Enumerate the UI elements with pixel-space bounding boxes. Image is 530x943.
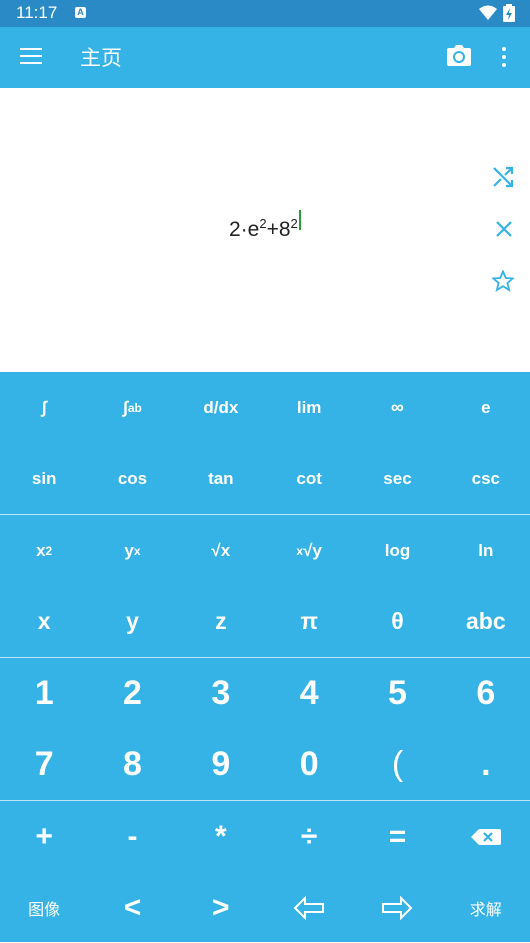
arrow-right-icon[interactable] [353, 872, 441, 943]
key-1[interactable]: 1 [0, 658, 88, 729]
key-cot[interactable]: cot [265, 443, 353, 514]
key-2[interactable]: 2 [88, 658, 176, 729]
key-tan[interactable]: tan [177, 443, 265, 514]
key-sqrt[interactable]: √x [177, 515, 265, 586]
key-definite-integral[interactable]: ∫ a b [88, 372, 176, 443]
status-time: 11:17 [16, 3, 58, 22]
key-greater-than[interactable]: > [177, 872, 265, 943]
key-7[interactable]: 7 [0, 729, 88, 800]
key-e[interactable]: e [442, 372, 530, 443]
key-x[interactable]: x [0, 586, 88, 657]
keypad-row-operators: + - * ÷ = [0, 801, 530, 872]
key-9[interactable]: 9 [177, 729, 265, 800]
key-open-paren[interactable]: ( [353, 729, 441, 800]
expr-plus: +8 [266, 218, 291, 241]
key-log[interactable]: log [353, 515, 441, 586]
key-ln[interactable]: ln [442, 515, 530, 586]
more-vert-icon[interactable] [501, 47, 507, 67]
key-5[interactable]: 5 [353, 658, 441, 729]
key-3[interactable]: 3 [177, 658, 265, 729]
key-cos[interactable]: cos [88, 443, 176, 514]
keypad-row-digits-2: 7 8 9 0 ( . [0, 729, 530, 800]
backspace-icon[interactable] [442, 801, 530, 872]
camera-icon[interactable] [446, 45, 472, 67]
notification-a-icon: A [75, 7, 86, 18]
shuffle-icon[interactable] [492, 166, 514, 188]
key-theta[interactable]: θ [353, 586, 441, 657]
hamburger-menu-icon[interactable] [20, 48, 42, 66]
key-0[interactable]: 0 [265, 729, 353, 800]
key-z[interactable]: z [177, 586, 265, 657]
clear-icon[interactable] [495, 220, 513, 238]
expr-exp2: 2 [290, 216, 298, 231]
expr-coef: 2·e [229, 218, 260, 241]
key-abc[interactable]: abc [442, 586, 530, 657]
keypad-row-trig: sin cos tan cot sec csc [0, 443, 530, 514]
key-minus[interactable]: - [88, 801, 176, 872]
expression-text: 2·e2+82 [229, 210, 301, 242]
key-4[interactable]: 4 [265, 658, 353, 729]
keypad-row-actions: 图像 < > 求解 [0, 872, 530, 943]
expression-display[interactable]: 2·e2+82 [0, 88, 530, 372]
text-cursor [298, 210, 301, 230]
key-derivative[interactable]: d/dx [177, 372, 265, 443]
key-divide[interactable]: ÷ [265, 801, 353, 872]
key-solve[interactable]: 求解 [442, 872, 530, 943]
keypad-row-powers: x2 yx √x x √y log ln [0, 515, 530, 586]
key-sec[interactable]: sec [353, 443, 441, 514]
key-nth-root[interactable]: x √y [265, 515, 353, 586]
status-bar: 11:17 A [0, 0, 530, 27]
key-integral[interactable]: ∫ [0, 372, 88, 443]
app-bar: 主页 [0, 27, 530, 88]
key-plus[interactable]: + [0, 801, 88, 872]
key-infinity[interactable]: ∞ [353, 372, 441, 443]
key-graph[interactable]: 图像 [0, 872, 88, 943]
wifi-icon [479, 5, 497, 20]
arrow-left-icon[interactable] [265, 872, 353, 943]
page-title: 主页 [80, 46, 122, 70]
keypad-row-digits-1: 1 2 3 4 5 6 [0, 658, 530, 729]
key-equals[interactable]: = [353, 801, 441, 872]
key-decimal[interactable]: . [442, 729, 530, 800]
key-square[interactable]: x2 [0, 515, 88, 586]
key-multiply[interactable]: * [177, 801, 265, 872]
star-icon[interactable] [492, 270, 514, 292]
key-limit[interactable]: lim [265, 372, 353, 443]
key-csc[interactable]: csc [442, 443, 530, 514]
key-6[interactable]: 6 [442, 658, 530, 729]
keypad-row-calculus: ∫ ∫ a b d/dx lim ∞ e [0, 372, 530, 443]
battery-icon [503, 4, 515, 22]
expr-exp1: 2 [259, 216, 267, 231]
key-8[interactable]: 8 [88, 729, 176, 800]
keypad-row-variables: x y z π θ abc [0, 586, 530, 657]
key-power[interactable]: yx [88, 515, 176, 586]
key-pi[interactable]: π [265, 586, 353, 657]
keypad: ∫ ∫ a b d/dx lim ∞ e sin cos tan cot sec c… [0, 372, 530, 942]
key-less-than[interactable]: < [88, 872, 176, 943]
key-sin[interactable]: sin [0, 443, 88, 514]
key-y[interactable]: y [88, 586, 176, 657]
